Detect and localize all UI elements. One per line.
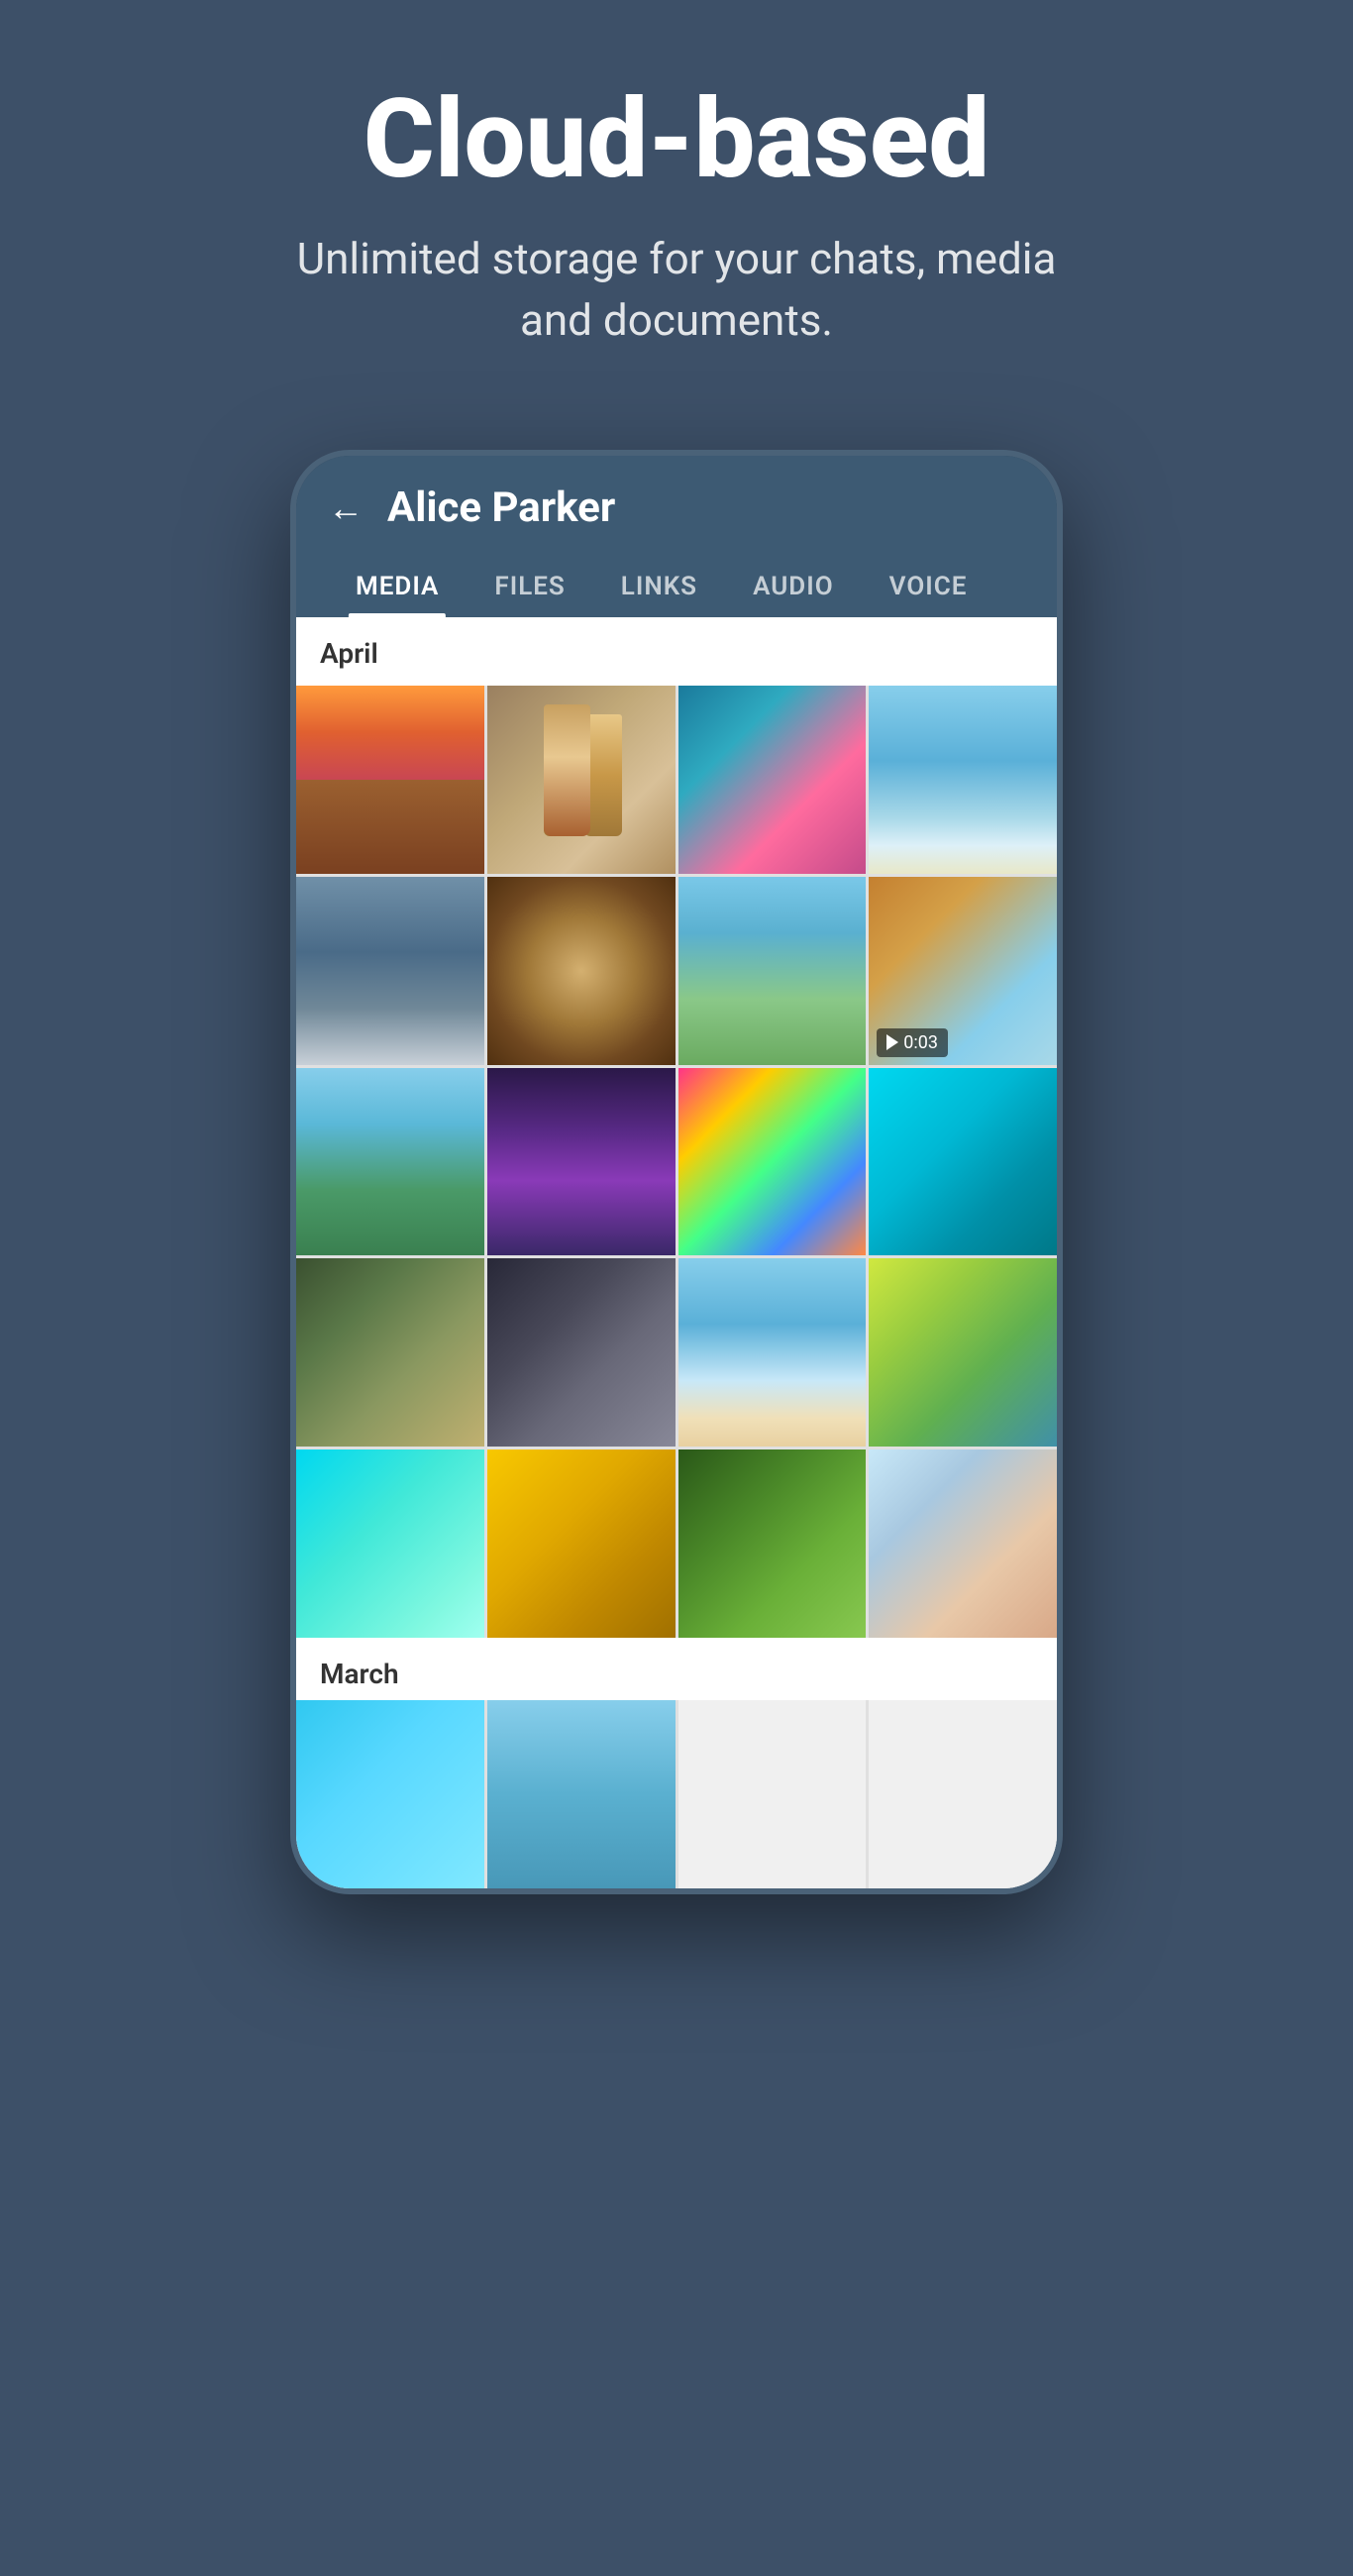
tab-audio[interactable]: AUDIO [725, 556, 862, 617]
hero-section: Cloud-based Unlimited storage for your c… [0, 0, 1353, 390]
photo-image [487, 1068, 676, 1256]
photo-cell[interactable] [678, 1068, 867, 1256]
phone-mockup: ← Alice Parker MEDIA FILES LINKS AUDIO V… [290, 450, 1063, 1894]
back-button[interactable]: ← [328, 487, 364, 529]
photo-cell[interactable]: 0:03 [869, 877, 1057, 1065]
photo-image [869, 1258, 1057, 1447]
photo-cell[interactable] [296, 1700, 484, 1888]
photo-cell[interactable] [869, 1258, 1057, 1447]
photo-image [296, 1449, 484, 1638]
march-month-label: March [296, 1638, 1057, 1700]
photo-cell-empty [869, 1700, 1057, 1888]
photo-cell[interactable] [296, 1258, 484, 1447]
header-top: ← Alice Parker [328, 483, 1025, 532]
hero-subtitle: Unlimited storage for your chats, media … [280, 229, 1073, 351]
photo-cell[interactable] [487, 686, 676, 874]
photo-image [487, 877, 676, 1065]
photo-image [296, 877, 484, 1065]
photo-image [869, 1068, 1057, 1256]
photo-cell[interactable] [487, 1068, 676, 1256]
contact-name: Alice Parker [387, 483, 615, 532]
video-duration-badge: 0:03 [877, 1028, 948, 1057]
march-photo-grid [296, 1700, 1057, 1888]
photo-cell[interactable] [869, 1449, 1057, 1638]
photo-cell[interactable] [296, 1449, 484, 1638]
photo-image [869, 1449, 1057, 1638]
photo-image [296, 686, 484, 874]
tab-links[interactable]: LINKS [593, 556, 725, 617]
tab-files[interactable]: FILES [467, 556, 592, 617]
tab-voice[interactable]: VOICE [862, 556, 995, 617]
photo-image [296, 1258, 484, 1447]
april-month-label: April [296, 617, 1057, 686]
tabs-row: MEDIA FILES LINKS AUDIO VOICE [328, 556, 1025, 617]
april-photo-grid: 0:03 [296, 686, 1057, 1638]
photo-cell[interactable] [678, 686, 867, 874]
photo-image [678, 1068, 867, 1256]
app-content: April [296, 617, 1057, 1888]
photo-image [487, 1258, 676, 1447]
photo-image [296, 1068, 484, 1256]
photo-cell[interactable] [869, 1068, 1057, 1256]
photo-cell[interactable] [487, 877, 676, 1065]
photo-cell[interactable] [869, 686, 1057, 874]
photo-image [296, 1700, 484, 1888]
photo-image [678, 877, 867, 1065]
photo-image [678, 686, 867, 874]
tab-media[interactable]: MEDIA [328, 556, 467, 617]
photo-cell[interactable] [296, 686, 484, 874]
photo-image [487, 1700, 676, 1888]
photo-image [678, 1449, 867, 1638]
photo-image [678, 1258, 867, 1447]
photo-cell[interactable] [487, 1258, 676, 1447]
play-icon [886, 1034, 898, 1050]
photo-cell[interactable] [487, 1700, 676, 1888]
photo-image: 0:03 [869, 877, 1057, 1065]
photo-cell[interactable] [678, 1258, 867, 1447]
photo-image [869, 686, 1057, 874]
photo-cell[interactable] [487, 1449, 676, 1638]
photo-cell[interactable] [296, 1068, 484, 1256]
photo-cell[interactable] [678, 877, 867, 1065]
hero-title: Cloud-based [364, 79, 990, 199]
app-header: ← Alice Parker MEDIA FILES LINKS AUDIO V… [296, 456, 1057, 617]
photo-cell[interactable] [296, 877, 484, 1065]
photo-cell-empty [678, 1700, 867, 1888]
phone-frame: ← Alice Parker MEDIA FILES LINKS AUDIO V… [290, 450, 1063, 1894]
photo-image [487, 686, 676, 874]
photo-image [487, 1449, 676, 1638]
photo-cell[interactable] [678, 1449, 867, 1638]
